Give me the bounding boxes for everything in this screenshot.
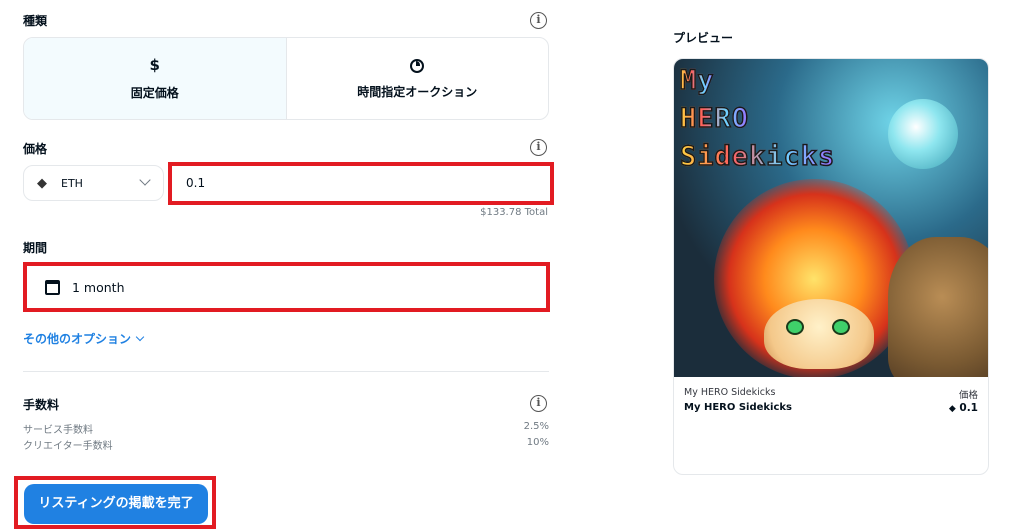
- fee-name: サービス手数料: [23, 425, 93, 436]
- rock-character-graphic: [888, 237, 988, 377]
- eye-graphic: [786, 319, 804, 335]
- fixed-price-label: 固定価格: [130, 86, 179, 100]
- ethereum-icon: ◆: [37, 175, 47, 191]
- fixed-price-option[interactable]: $ 固定価格: [24, 38, 287, 119]
- type-label: 種類: [23, 14, 48, 28]
- currency-select[interactable]: ◆ ETH: [23, 165, 164, 201]
- chevron-down-icon: [139, 174, 151, 186]
- ethereum-icon: ◆: [948, 404, 956, 414]
- duration-label: 期間: [23, 241, 48, 255]
- complete-listing-button[interactable]: リスティングの掲載を完了: [24, 484, 208, 524]
- clock-icon: [410, 59, 425, 73]
- price-input[interactable]: 0.1: [168, 162, 554, 205]
- timed-auction-label: 時間指定オークション: [357, 85, 478, 99]
- collection-name: My HERO Sidekicks: [684, 387, 776, 398]
- fee-name: クリエイター手数料: [23, 441, 113, 452]
- timed-auction-option[interactable]: 時間指定オークション: [287, 38, 549, 119]
- nft-artwork: My HERO Sidekicks: [674, 59, 988, 377]
- divider: [23, 371, 549, 372]
- price-label: 価格: [958, 390, 978, 401]
- currency-value: ETH: [61, 176, 83, 190]
- fee-row: サービス手数料 2.5%: [23, 421, 549, 436]
- fees-label: 手数料: [23, 398, 60, 412]
- price-total: $133.78 Total: [480, 207, 548, 218]
- price-label: 価格: [23, 142, 48, 156]
- fee-row: クリエイター手数料 10%: [23, 437, 549, 452]
- more-options-toggle[interactable]: その他のオプション: [23, 330, 145, 347]
- price-amount: 0.1: [959, 402, 978, 414]
- info-icon[interactable]: i: [530, 139, 547, 156]
- art-title-line: My: [679, 64, 715, 97]
- info-icon[interactable]: i: [530, 395, 547, 412]
- more-options-label: その他のオプション: [23, 332, 132, 346]
- calendar-icon: [45, 279, 60, 295]
- hero-character-graphic: [764, 299, 874, 369]
- fee-value: 10%: [526, 437, 549, 448]
- item-name: My HERO Sidekicks: [684, 402, 793, 413]
- duration-value: 1 month: [72, 279, 125, 295]
- duration-picker[interactable]: 1 month: [23, 262, 550, 312]
- art-title-line: HERO: [679, 102, 750, 135]
- price-value: ◆ 0.1: [949, 402, 978, 414]
- listing-type-selector: $ 固定価格 時間指定オークション: [23, 37, 549, 120]
- art-title-line: Sidekicks: [679, 140, 836, 173]
- sprite-character-graphic: [888, 99, 958, 169]
- dollar-icon: $: [149, 56, 160, 74]
- chevron-down-icon: [135, 332, 145, 341]
- info-icon[interactable]: i: [530, 12, 547, 29]
- preview-title: プレビュー: [673, 31, 734, 45]
- eye-graphic: [832, 319, 850, 335]
- fee-value: 2.5%: [523, 421, 549, 432]
- preview-card[interactable]: My HERO Sidekicks My HERO Sidekicks My H…: [673, 58, 989, 475]
